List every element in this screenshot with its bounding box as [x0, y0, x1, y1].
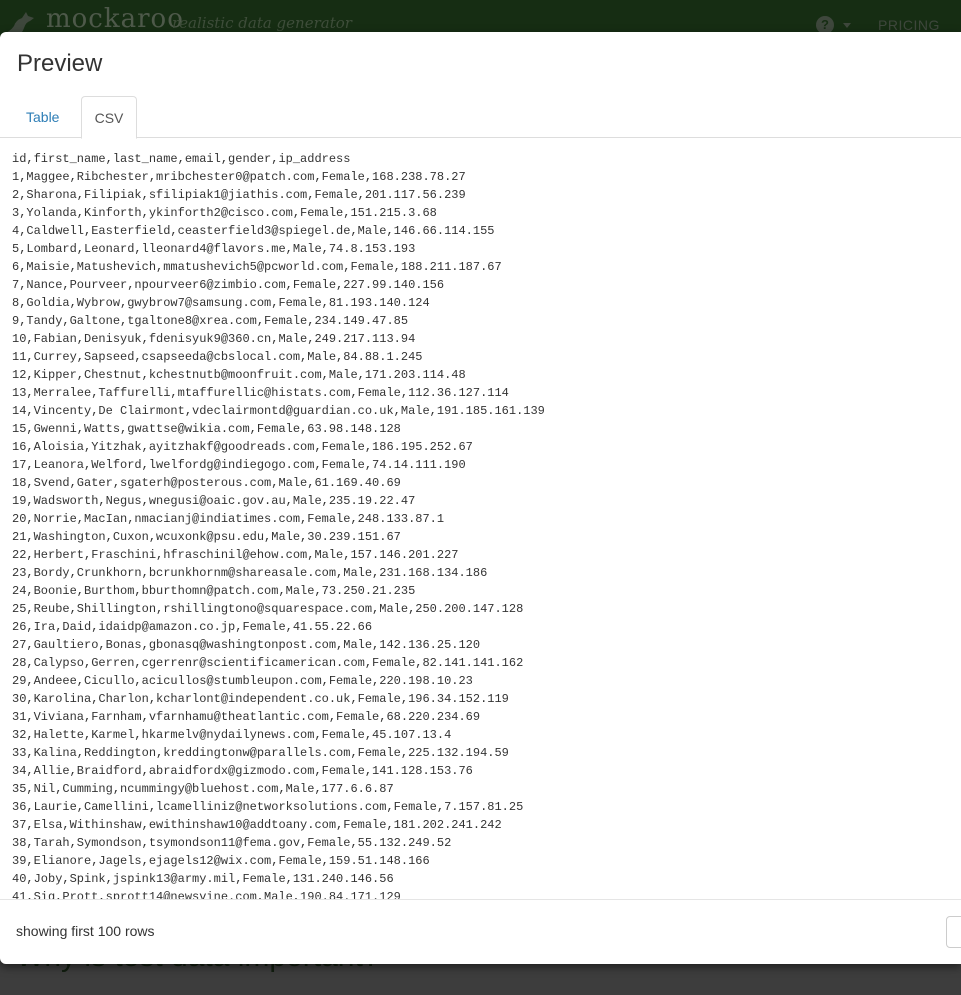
csv-line: 9,Tandy,Galtone,tgaltone8@xrea.com,Femal…: [12, 314, 409, 328]
csv-line: 28,Calypso,Gerren,cgerrenr@scientificame…: [12, 656, 524, 670]
csv-line: 24,Boonie,Burthom,bburthomn@patch.com,Ma…: [12, 584, 416, 598]
csv-line: 15,Gwenni,Watts,gwattse@wikia.com,Female…: [12, 422, 401, 436]
csv-line: 36,Laurie,Camellini,lcamelliniz@networks…: [12, 800, 524, 814]
csv-line: 31,Viviana,Farnham,vfarnhamu@theatlantic…: [12, 710, 481, 724]
csv-line: 26,Ira,Daid,idaidp@amazon.co.jp,Female,4…: [12, 620, 373, 634]
csv-line: 30,Karolina,Charlon,kcharlont@independen…: [12, 692, 509, 706]
csv-line: 33,Kalina,Reddington,kreddingtonw@parall…: [12, 746, 509, 760]
csv-line: 5,Lombard,Leonard,lleonard4@flavors.me,M…: [12, 242, 416, 256]
csv-line: 8,Goldia,Wybrow,gwybrow7@samsung.com,Fem…: [12, 296, 430, 310]
csv-line: 39,Elianore,Jagels,ejagels12@wix.com,Fem…: [12, 854, 430, 868]
csv-line: 12,Kipper,Chestnut,kchestnutb@moonfruit.…: [12, 368, 466, 382]
close-button[interactable]: [946, 916, 961, 948]
csv-line: 27,Gaultiero,Bonas,gbonasq@washingtonpos…: [12, 638, 481, 652]
csv-line: 38,Tarah,Symondson,tsymondson11@fema.gov…: [12, 836, 452, 850]
csv-line: 35,Nil,Cumming,ncummingy@bluehost.com,Ma…: [12, 782, 394, 796]
csv-line: 7,Nance,Pourveer,npourveer6@zimbio.com,F…: [12, 278, 445, 292]
csv-line: 11,Currey,Sapseed,csapseeda@cbslocal.com…: [12, 350, 423, 364]
csv-line: 13,Merralee,Taffurelli,mtaffurellic@hist…: [12, 386, 509, 400]
csv-line: 41,Sig,Prott,sprott14@newsvine.com,Male,…: [12, 890, 401, 900]
preview-modal: Preview Table CSV id,first_name,last_nam…: [0, 32, 961, 964]
csv-line: 16,Aloisia,Yitzhak,ayitzhakf@goodreads.c…: [12, 440, 473, 454]
csv-line: 18,Svend,Gater,sgaterh@posterous.com,Mal…: [12, 476, 401, 490]
csv-line: 4,Caldwell,Easterfield,ceasterfield3@spi…: [12, 224, 495, 238]
csv-line: 3,Yolanda,Kinforth,ykinforth2@cisco.com,…: [12, 206, 437, 220]
modal-footer: showing first 100 rows: [0, 900, 961, 964]
csv-line: 10,Fabian,Denisyuk,fdenisyuk9@360.cn,Mal…: [12, 332, 416, 346]
csv-line: 17,Leanora,Welford,lwelfordg@indiegogo.c…: [12, 458, 466, 472]
preview-tabs: Table CSV: [0, 96, 961, 139]
csv-line: 20,Norrie,MacIan,nmacianj@indiatimes.com…: [12, 512, 445, 526]
csv-line: id,first_name,last_name,email,gender,ip_…: [12, 152, 351, 166]
csv-line: 32,Halette,Karmel,hkarmelv@nydailynews.c…: [12, 728, 452, 742]
csv-line: 21,Washington,Cuxon,wcuxonk@psu.edu,Male…: [12, 530, 401, 544]
csv-line: 14,Vincenty,De Clairmont,vdeclairmontd@g…: [12, 404, 545, 418]
csv-line: 29,Andeee,Cicullo,acicullos@stumbleupon.…: [12, 674, 473, 688]
csv-line: 19,Wadsworth,Negus,wnegusi@oaic.gov.au,M…: [12, 494, 416, 508]
csv-line: 23,Bordy,Crunkhorn,bcrunkhornm@shareasal…: [12, 566, 488, 580]
modal-title: Preview: [17, 50, 103, 77]
tab-table[interactable]: Table: [11, 96, 74, 138]
csv-line: 22,Herbert,Fraschini,hfraschinil@ehow.co…: [12, 548, 459, 562]
csv-line: 25,Reube,Shillington,rshillingtono@squar…: [12, 602, 524, 616]
csv-line: 34,Allie,Braidford,abraidfordx@gizmodo.c…: [12, 764, 473, 778]
csv-line: 37,Elsa,Withinshaw,ewithinshaw10@addtoan…: [12, 818, 502, 832]
csv-preview[interactable]: id,first_name,last_name,email,gender,ip_…: [0, 138, 961, 900]
csv-line: 6,Maisie,Matushevich,mmatushevich5@pcwor…: [12, 260, 502, 274]
row-count-note: showing first 100 rows: [16, 923, 155, 939]
csv-line: 40,Joby,Spink,jspink13@army.mil,Female,1…: [12, 872, 394, 886]
csv-line: 1,Maggee,Ribchester,mribchester0@patch.c…: [12, 170, 466, 184]
csv-line: 2,Sharona,Filipiak,sfilipiak1@jiathis.co…: [12, 188, 466, 202]
tab-csv[interactable]: CSV: [81, 96, 137, 139]
